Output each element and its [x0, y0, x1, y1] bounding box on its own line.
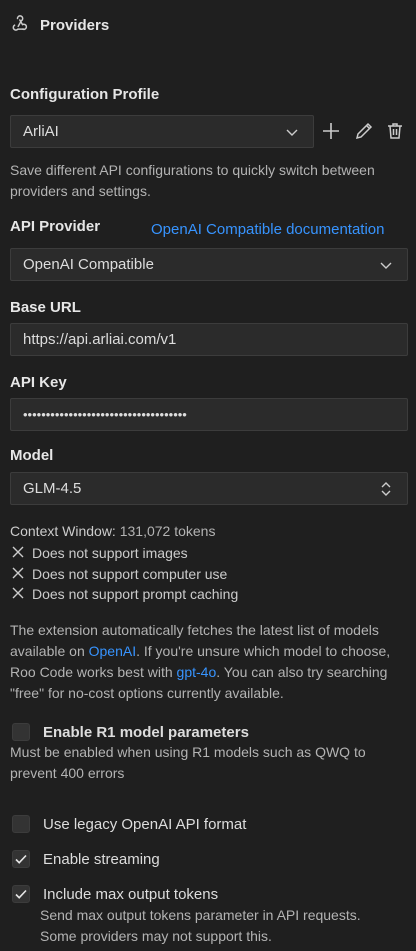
chevron-up-down-icon: [379, 473, 393, 504]
max-tokens-option[interactable]: Include max output tokens: [12, 885, 218, 903]
chevron-down-icon: [285, 116, 299, 147]
base-url-input[interactable]: https://api.arliai.com/v1: [10, 323, 408, 356]
r1-params-checkbox[interactable]: [12, 723, 30, 741]
max-tokens-description: Send max output tokens parameter in API …: [40, 907, 361, 944]
model-value: GLM-4.5: [23, 480, 82, 497]
model-label: Model: [10, 447, 54, 464]
add-profile-button[interactable]: [320, 121, 342, 143]
delete-profile-button[interactable]: [384, 121, 406, 143]
api-provider-label: API Provider: [10, 218, 101, 235]
streaming-option[interactable]: Enable streaming: [12, 850, 160, 868]
model-select[interactable]: GLM-4.5: [10, 472, 408, 505]
providers-header: Providers: [10, 12, 109, 38]
webhook-icon: [10, 14, 30, 37]
legacy-format-label: Use legacy OpenAI API format: [43, 815, 247, 833]
trash-icon: [386, 122, 404, 143]
api-provider-select[interactable]: OpenAI Compatible: [10, 248, 408, 281]
config-profile-select[interactable]: ArliAI: [10, 115, 314, 148]
checkmark-icon: [15, 854, 27, 864]
openai-link[interactable]: OpenAI: [89, 643, 136, 659]
chevron-down-icon: [379, 249, 393, 280]
r1-params-description: Must be enabled when using R1 models suc…: [10, 744, 366, 781]
model-info-paragraph: The extension automatically fetches the …: [10, 622, 391, 701]
config-profile-value: ArliAI: [23, 123, 59, 140]
legacy-format-option[interactable]: Use legacy OpenAI API format: [12, 815, 246, 833]
config-profile-label: Configuration Profile: [10, 86, 160, 103]
capability-images: Does not support images: [12, 543, 188, 563]
context-window-value: 131,072 tokens: [119, 523, 216, 539]
x-icon: [12, 586, 24, 602]
x-icon: [12, 566, 24, 582]
r1-params-label: Enable R1 model parameters: [43, 723, 249, 741]
gpt-4o-link[interactable]: gpt-4o: [177, 664, 217, 680]
config-profile-description: Save different API configurations to qui…: [10, 162, 375, 199]
base-url-label: Base URL: [10, 299, 81, 316]
capability-prompt-caching: Does not support prompt caching: [12, 584, 238, 604]
streaming-label: Enable streaming: [43, 850, 160, 868]
provider-documentation-link[interactable]: OpenAI Compatible documentation: [151, 221, 384, 238]
plus-icon: [322, 122, 340, 143]
page-title: Providers: [40, 16, 110, 34]
capability-computer-use: Does not support computer use: [12, 564, 227, 584]
api-key-label: API Key: [10, 374, 67, 391]
max-tokens-checkbox[interactable]: [12, 885, 30, 903]
rename-profile-button[interactable]: [353, 121, 375, 143]
streaming-checkbox[interactable]: [12, 850, 30, 868]
legacy-format-checkbox[interactable]: [12, 815, 30, 833]
x-icon: [12, 545, 24, 561]
max-tokens-label: Include max output tokens: [43, 885, 219, 903]
pencil-icon: [355, 122, 373, 143]
context-window-info: Context Window: 131,072 tokens: [10, 523, 215, 539]
r1-params-option[interactable]: Enable R1 model parameters: [12, 723, 249, 741]
context-window-label: Context Window:: [10, 523, 116, 539]
checkmark-icon: [15, 889, 27, 899]
api-key-input[interactable]: ••••••••••••••••••••••••••••••••••••: [10, 398, 408, 431]
api-provider-value: OpenAI Compatible: [23, 256, 154, 273]
